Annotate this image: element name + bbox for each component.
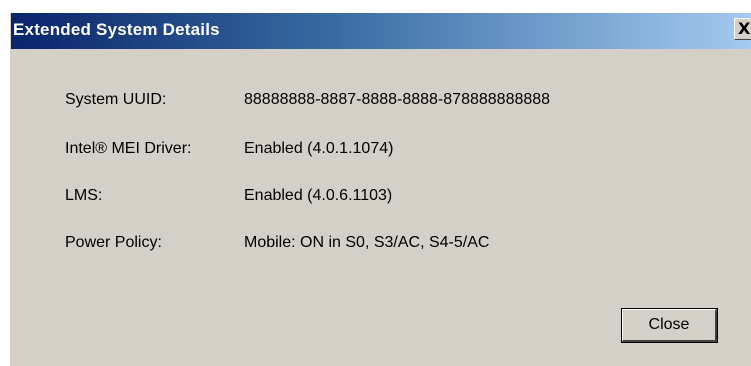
lms-value: Enabled (4.0.6.1103) <box>244 187 393 204</box>
system-uuid-value: 88888888-8887-8888-8888-878888888888 <box>244 91 551 108</box>
close-button[interactable]: Close <box>621 308 718 343</box>
lms-label: LMS: <box>65 187 103 204</box>
power-policy-label: Power Policy: <box>65 234 162 251</box>
window-title: Extended System Details <box>13 20 220 39</box>
mei-driver-value: Enabled (4.0.1.1074) <box>244 140 394 157</box>
close-icon[interactable]: X <box>734 18 751 40</box>
mei-driver-label: Intel® MEI Driver: <box>65 140 192 157</box>
power-policy-value: Mobile: ON in S0, S3/AC, S4-5/AC <box>244 234 490 251</box>
extended-system-details-dialog: Extended System Details X System UUID: 8… <box>10 13 751 366</box>
system-uuid-label: System UUID: <box>65 91 167 108</box>
title-bar[interactable]: Extended System Details X <box>11 13 751 49</box>
